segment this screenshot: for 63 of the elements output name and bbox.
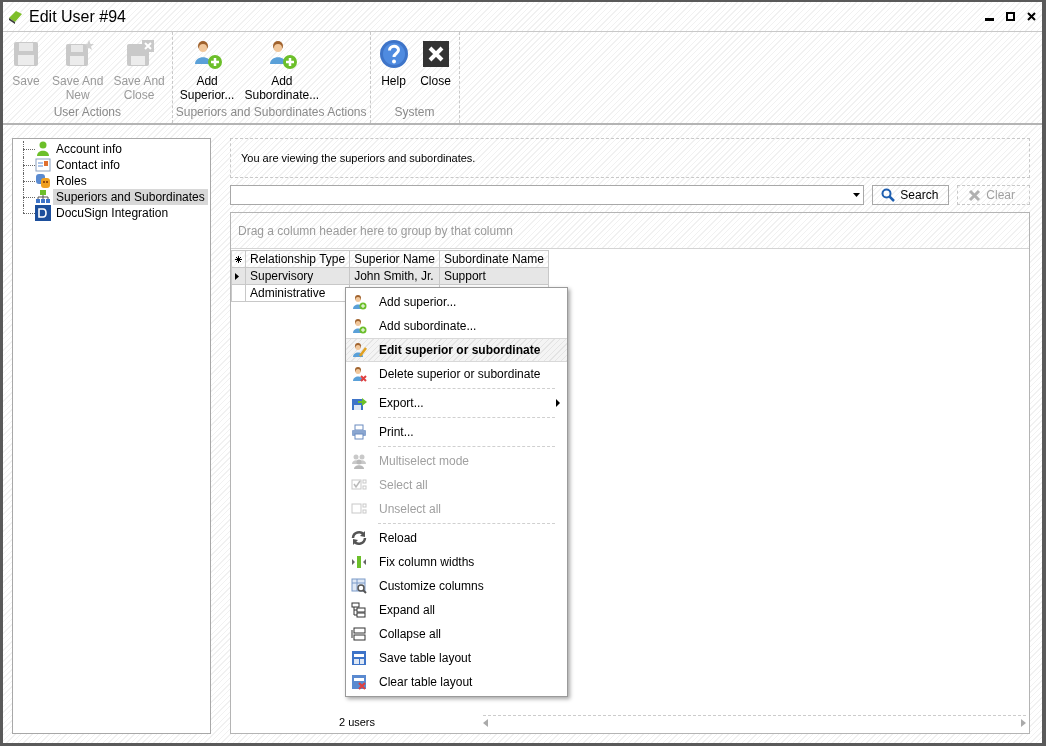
help-icon [377,38,410,70]
document-sign-icon [35,205,51,221]
sidebar-item[interactable]: Superiors and Subordinates [53,189,208,205]
menu-item[interactable]: Delete superior or subordinate [346,362,567,386]
person-x-icon [351,366,367,382]
current-row-icon [235,273,239,280]
sidebar-item[interactable]: Contact info [53,157,124,173]
window-title: Edit User #94 [29,7,127,26]
menu-item[interactable]: Collapse all [346,622,567,646]
group-label: User Actions [52,105,123,121]
theater-masks-icon [35,173,51,189]
person-plus-icon [351,318,367,334]
ribbon-button[interactable]: Close [415,38,456,105]
ribbon-button[interactable]: Help [373,38,414,105]
sidebar-item[interactable]: DocuSign Integration [53,205,172,221]
menu-item[interactable]: Reload [346,526,567,550]
x-icon [968,188,982,202]
tree-collapse-icon [351,626,367,642]
column-header[interactable]: Subordinate Name [439,250,549,268]
person-plus-icon [351,294,367,310]
dropdown-caret-icon[interactable] [853,193,861,197]
menu-item[interactable]: Customize columns [346,574,567,598]
new-row-icon [235,256,242,263]
checkbox-empty-icon [351,501,367,517]
person-pencil-icon [351,342,367,358]
menu-item[interactable]: Save table layout [346,646,567,670]
search-icon [881,188,896,202]
column-header[interactable]: Relationship Type [245,250,350,268]
maximize-icon[interactable] [1006,12,1015,21]
people-icon [351,453,367,469]
ribbon-button[interactable]: Add Superior... [175,38,239,105]
column-resize-icon [351,554,367,570]
info-message: You are viewing the superiors and subordinates. [230,138,1030,178]
column-header[interactable]: Superior Name [349,250,440,268]
search-combo-field[interactable] [230,185,865,205]
sidebar-item[interactable]: Roles [53,173,90,189]
reload-icon [351,530,367,546]
printer-icon [351,424,367,440]
tree-expand-icon [351,602,367,618]
menu-item[interactable]: Expand all [346,598,567,622]
table-magnifier-icon [351,578,367,594]
menu-item[interactable]: Export... [346,391,567,415]
disk-arrow-icon [351,395,367,411]
menu-item[interactable]: Fix column widths [346,550,567,574]
group-by-hint: Drag a column header here to group by that column [231,213,1029,249]
ribbon-button[interactable]: Add Subordinate... [240,38,324,105]
layout-save-icon [351,650,367,666]
layout-x-icon [351,674,367,690]
search-button[interactable]: Search [872,185,950,205]
menu-item[interactable]: Print... [346,420,567,444]
sidebar-item[interactable]: Account info [53,141,126,157]
checkbox-checked-icon [351,477,367,493]
person-icon [35,141,51,157]
row-count: 2 users [337,716,377,728]
org-chart-icon [35,189,51,205]
close-icon[interactable] [1027,12,1036,21]
menu-item[interactable]: Clear table layout [346,670,567,694]
contact-card-icon [35,157,51,173]
menu-item[interactable]: Edit superior or subordinate [346,338,567,362]
menu-item[interactable]: Add subordinate... [346,314,567,338]
group-label: Superiors and Subordinates Actions [175,105,367,121]
app-logo-icon [7,8,23,25]
group-label: System [393,105,436,121]
